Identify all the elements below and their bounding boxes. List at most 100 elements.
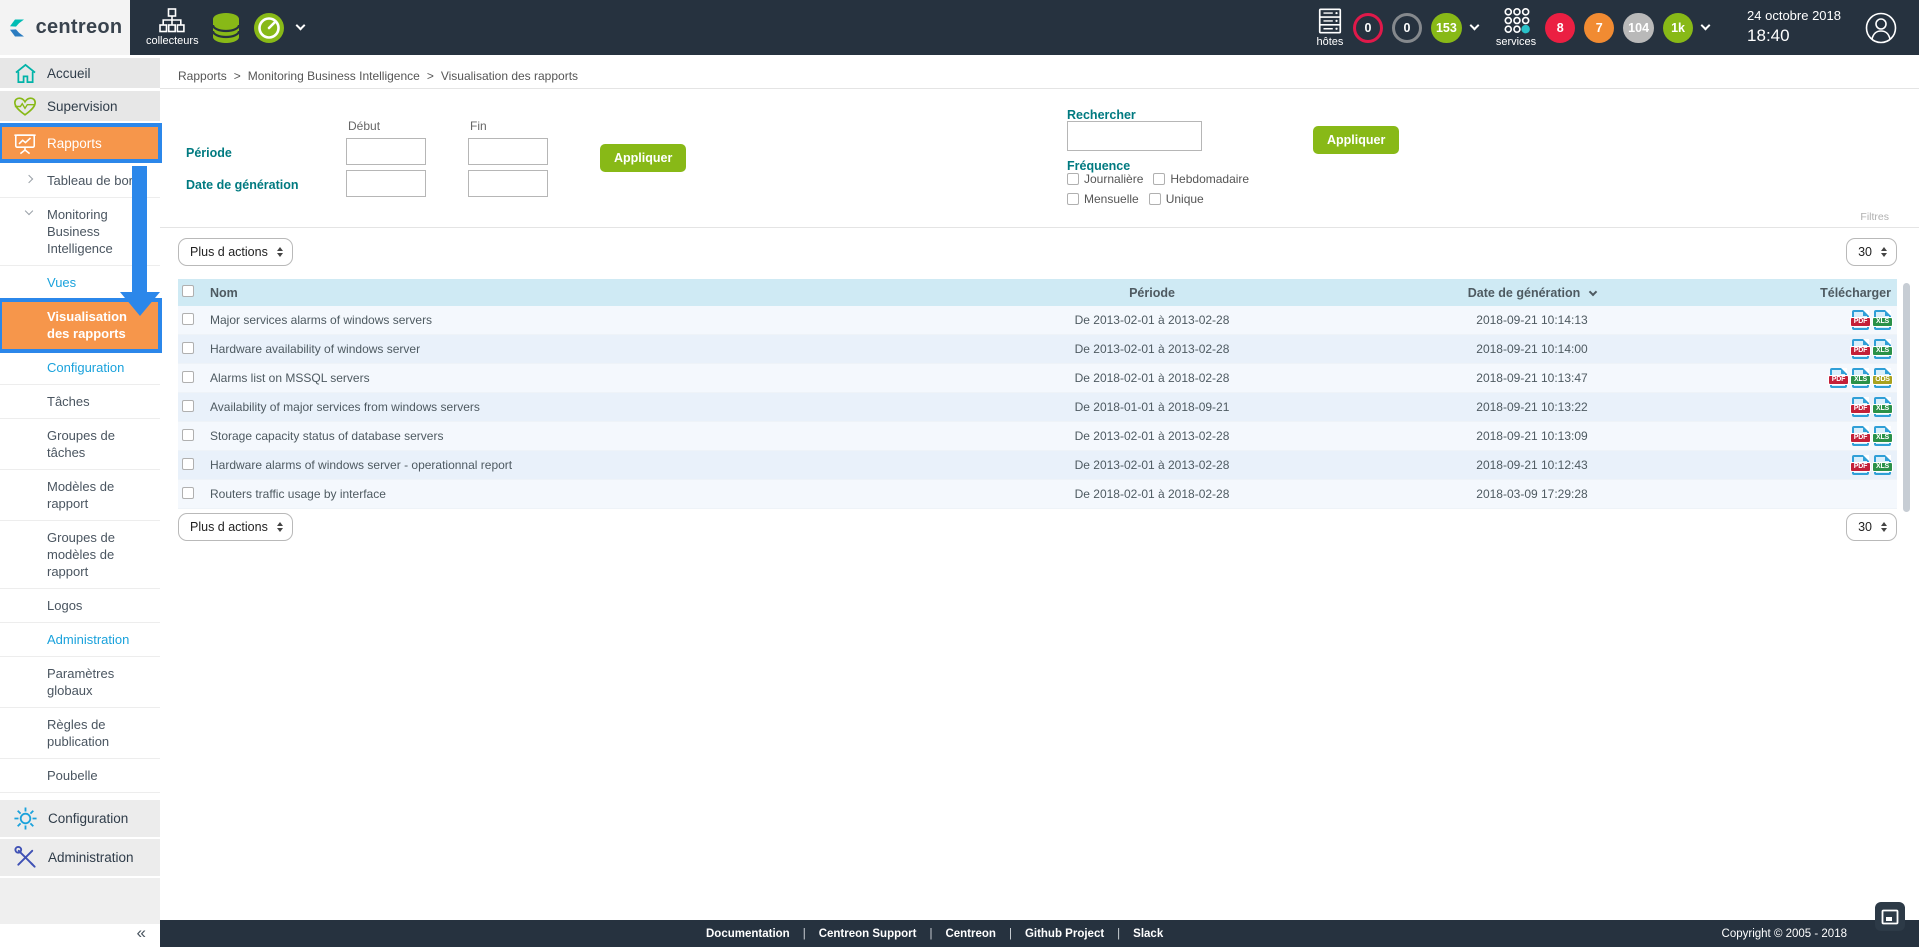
download-xls-icon[interactable]: XLS <box>1874 339 1891 359</box>
frequency-option-mensuelle[interactable]: Mensuelle <box>1067 192 1139 206</box>
sidebar-subitem-r-gles-de-publication[interactable]: Règles de publication <box>0 708 160 759</box>
page-size-select-top[interactable]: 30 <box>1846 238 1897 266</box>
more-actions-select-bottom[interactable]: Plus d actions <box>178 513 293 541</box>
sidebar-subitem-param-tres-globaux[interactable]: Paramètres globaux <box>0 657 160 708</box>
sidebar-collapse-button[interactable]: « <box>137 923 146 943</box>
row-checkbox[interactable] <box>182 313 194 325</box>
sidebar-subitem-groupes-de-t-ches[interactable]: Groupes de tâches <box>0 419 160 470</box>
sidebar-item-rapports[interactable]: Rapports <box>0 125 160 161</box>
download-xls-icon[interactable]: XLS <box>1874 397 1891 417</box>
checkbox-journali-re[interactable] <box>1067 173 1079 185</box>
footer-link-centreon[interactable]: Centreon <box>945 928 995 940</box>
checkbox-unique[interactable] <box>1149 193 1161 205</box>
download-xls-icon[interactable]: XLS <box>1852 368 1869 388</box>
download-pdf-icon[interactable]: PDF <box>1852 455 1869 475</box>
checkbox-hebdomadaire[interactable] <box>1153 173 1165 185</box>
download-pdf-icon[interactable]: PDF <box>1852 426 1869 446</box>
row-checkbox[interactable] <box>182 458 194 470</box>
download-ods-icon[interactable]: ODS <box>1874 368 1891 388</box>
hosts-badge-green[interactable]: 153 <box>1431 13 1462 43</box>
table-row: Availability of major services from wind… <box>178 393 1897 422</box>
download-xls-icon[interactable]: XLS <box>1874 455 1891 475</box>
sort-descending-icon[interactable] <box>1589 287 1597 295</box>
sidebar-subitem-label: Vues <box>47 275 76 290</box>
frequency-option-hebdomadaire[interactable]: Hebdomadaire <box>1153 172 1249 186</box>
column-header-nom[interactable]: Nom <box>204 286 937 300</box>
filter-panel: Début Fin Période Date de génération App… <box>160 88 1919 228</box>
footer-link-documentation[interactable]: Documentation <box>706 928 790 940</box>
row-checkbox[interactable] <box>182 429 194 441</box>
generation-fin-input[interactable] <box>468 170 548 197</box>
periode-debut-input[interactable] <box>346 138 426 165</box>
services-chevron-down-icon[interactable] <box>1701 21 1711 31</box>
poller-gauge-icon[interactable] <box>253 12 285 44</box>
download-xls-icon[interactable]: XLS <box>1874 426 1891 446</box>
user-profile-button[interactable] <box>1865 12 1897 44</box>
breadcrumb-item-monitoring-business-intelligence[interactable]: Monitoring Business Intelligence <box>248 69 420 83</box>
row-checkbox[interactable] <box>182 371 194 383</box>
hosts-menu[interactable]: hôtes <box>1316 8 1344 48</box>
sidebar-item-supervision[interactable]: Supervision <box>0 91 160 121</box>
download-pdf-icon[interactable]: PDF <box>1852 339 1869 359</box>
footer-link-centreon-support[interactable]: Centreon Support <box>819 928 917 940</box>
footer-link-slack[interactable]: Slack <box>1133 928 1163 940</box>
pollers-chevron-down-icon[interactable] <box>295 21 305 31</box>
download-xls-icon[interactable]: XLS <box>1874 310 1891 330</box>
breadcrumb-item-visualisation-des-rapports[interactable]: Visualisation des rapports <box>441 69 578 83</box>
sidebar-subitem-poubelle[interactable]: Poubelle <box>0 759 160 793</box>
sidebar-subitem-t-ches[interactable]: Tâches <box>0 385 160 419</box>
footer-separator: | <box>803 928 806 940</box>
services-badge-green[interactable]: 1k <box>1663 13 1693 43</box>
sidebar-subitem-administration[interactable]: Administration <box>0 623 160 657</box>
sidebar-item-administration[interactable]: Administration <box>0 839 160 876</box>
sidebar-item-configuration[interactable]: Configuration <box>0 800 160 837</box>
row-checkbox[interactable] <box>182 487 194 499</box>
sidebar-item-accueil[interactable]: Accueil <box>0 58 160 88</box>
download-pdf-icon[interactable]: PDF <box>1852 397 1869 417</box>
row-checkbox[interactable] <box>182 342 194 354</box>
sidebar-subitem-label: Groupes de modèles de rapport <box>47 530 115 579</box>
hosts-badge-ring-gray[interactable]: 0 <box>1392 13 1422 43</box>
fullscreen-button[interactable] <box>1875 902 1905 931</box>
gear-icon <box>13 806 38 831</box>
generation-debut-input[interactable] <box>346 170 426 197</box>
services-badge-orange[interactable]: 7 <box>1584 13 1614 43</box>
breadcrumb-item-rapports[interactable]: Rapports <box>178 69 227 83</box>
more-actions-select-top[interactable]: Plus d actions <box>178 238 293 266</box>
row-checkbox[interactable] <box>182 400 194 412</box>
footer-link-github-project[interactable]: Github Project <box>1025 928 1104 940</box>
hosts-badge-ring-red[interactable]: 0 <box>1353 13 1383 43</box>
sidebar-subitem-configuration[interactable]: Configuration <box>0 351 160 385</box>
column-header-periode[interactable]: Période <box>937 286 1367 300</box>
apply-period-button[interactable]: Appliquer <box>600 144 686 172</box>
search-input[interactable] <box>1067 121 1202 151</box>
column-header-telecharger: Télécharger <box>1697 286 1897 300</box>
page-size-select-bottom[interactable]: 30 <box>1846 513 1897 541</box>
sidebar-subitem-groupes-de-mod-les-de-rapport[interactable]: Groupes de modèles de rapport <box>0 521 160 589</box>
download-pdf-icon[interactable]: PDF <box>1852 310 1869 330</box>
select-all-checkbox[interactable] <box>182 285 194 297</box>
checkbox-mensuelle[interactable] <box>1067 193 1079 205</box>
database-status-icon[interactable] <box>211 12 241 44</box>
sidebar-subitem-mod-les-de-rapport[interactable]: Modèles de rapport <box>0 470 160 521</box>
services-badge-gray[interactable]: 104 <box>1623 13 1654 43</box>
services-menu[interactable]: services <box>1496 7 1536 48</box>
more-actions-label: Plus d actions <box>190 520 268 534</box>
periode-fin-input[interactable] <box>468 138 548 165</box>
pollers-menu[interactable]: collecteurs <box>146 8 199 47</box>
sidebar-subitem-label: Groupes de tâches <box>47 428 115 460</box>
frequency-option-label: Hebdomadaire <box>1170 172 1249 186</box>
sidebar-subitem-logos[interactable]: Logos <box>0 589 160 623</box>
column-header-generation[interactable]: Date de génération <box>1367 286 1697 300</box>
hosts-chevron-down-icon[interactable] <box>1469 21 1479 31</box>
apply-search-button[interactable]: Appliquer <box>1313 126 1399 154</box>
frequency-option-unique[interactable]: Unique <box>1149 192 1204 206</box>
services-badge-red[interactable]: 8 <box>1545 13 1575 43</box>
scrollbar-thumb[interactable] <box>1903 283 1910 512</box>
download-pdf-icon[interactable]: PDF <box>1830 368 1847 388</box>
breadcrumb-separator: > <box>234 69 241 83</box>
report-period: De 2018-02-01 à 2018-02-28 <box>937 487 1367 501</box>
chevron-right-icon <box>25 175 33 183</box>
centreon-logo[interactable]: centreon <box>0 0 130 55</box>
frequency-option-journali-re[interactable]: Journalière <box>1067 172 1143 186</box>
